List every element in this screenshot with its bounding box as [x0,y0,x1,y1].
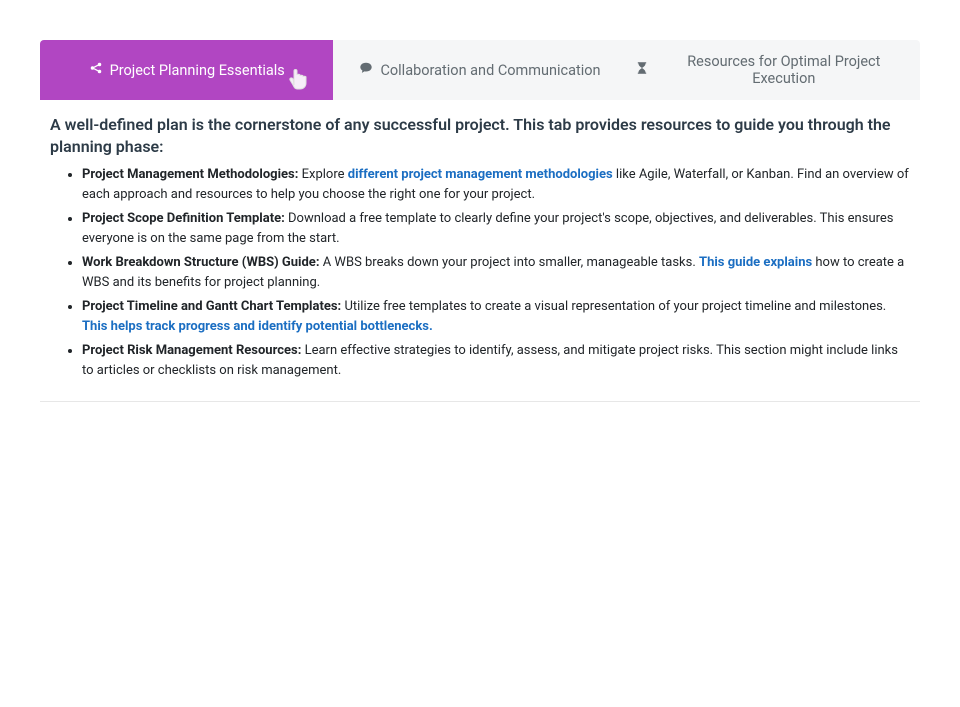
list-item-title: Work Breakdown Structure (WBS) Guide: [82,255,320,270]
share-nodes-icon [89,61,103,79]
tab-0[interactable]: Project Planning Essentials [40,40,333,100]
tab-label: Project Planning Essentials [110,62,285,79]
list-item: Project Management Methodologies: Explor… [82,165,910,204]
comment-icon [359,61,373,79]
tab-label: Collaboration and Communication [380,62,600,79]
list-item-title: Project Scope Definition Template: [82,211,285,226]
tab-label: Resources for Optimal Project Execution [656,53,912,87]
list-item: Work Breakdown Structure (WBS) Guide: A … [82,253,910,292]
list-item-title: Project Risk Management Resources: [82,343,301,358]
list-item-text-pre: A WBS breaks down your project into smal… [320,255,700,270]
list-item: Project Scope Definition Template: Downl… [82,209,910,248]
list-item-text-pre: Explore [298,167,347,182]
content-heading: A well-defined plan is the cornerstone o… [50,114,910,157]
list-item-link[interactable]: This guide explains [699,255,812,270]
list-item-link[interactable]: This helps track progress and identify p… [82,319,433,334]
list-item: Project Risk Management Resources: Learn… [82,341,910,380]
list-item-title: Project Timeline and Gantt Chart Templat… [82,299,341,314]
list-item-text-pre: Utilize free templates to create a visua… [341,299,886,314]
list-item: Project Timeline and Gantt Chart Templat… [82,297,910,336]
tab-bar: Project Planning Essentials Collaboration… [40,40,920,100]
hourglass-icon [635,61,649,79]
list-item-title: Project Management Methodologies: [82,167,298,182]
tab-2[interactable]: Resources for Optimal Project Execution [627,40,920,100]
tab-1[interactable]: Collaboration and Communication [333,40,626,100]
list-item-link[interactable]: different project management methodologi… [348,167,613,182]
content-list: Project Management Methodologies: Explor… [50,165,910,380]
tab-content: A well-defined plan is the cornerstone o… [40,100,920,402]
